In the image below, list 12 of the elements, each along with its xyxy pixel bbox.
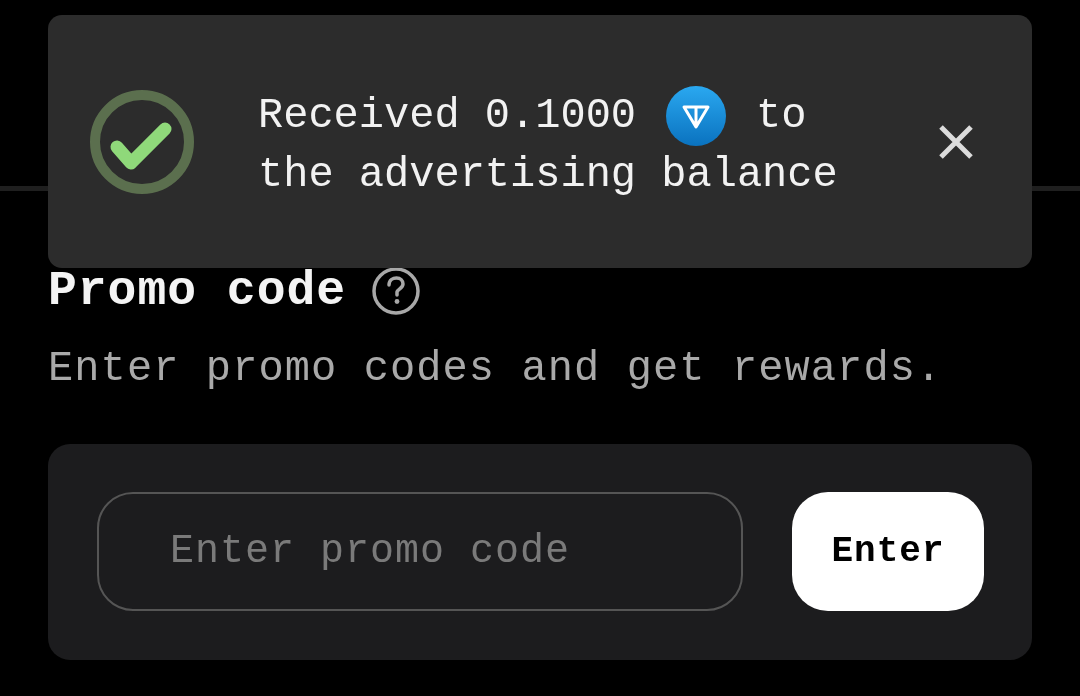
- enter-button[interactable]: Enter: [792, 492, 984, 611]
- toast-message: the advertising balance: [258, 150, 838, 200]
- promo-code-input[interactable]: Enter promo code: [97, 492, 743, 611]
- section-description: Enter promo codes and get rewards.: [48, 344, 944, 394]
- coin-icon: [666, 86, 727, 146]
- toast-message: to: [756, 91, 807, 141]
- toast-message: Received 0.1000: [258, 91, 637, 141]
- close-button[interactable]: [938, 123, 974, 160]
- success-check-icon: [90, 89, 194, 194]
- section-title: Promo code: [48, 266, 347, 316]
- close-icon: [938, 123, 974, 160]
- help-icon[interactable]: [372, 267, 421, 315]
